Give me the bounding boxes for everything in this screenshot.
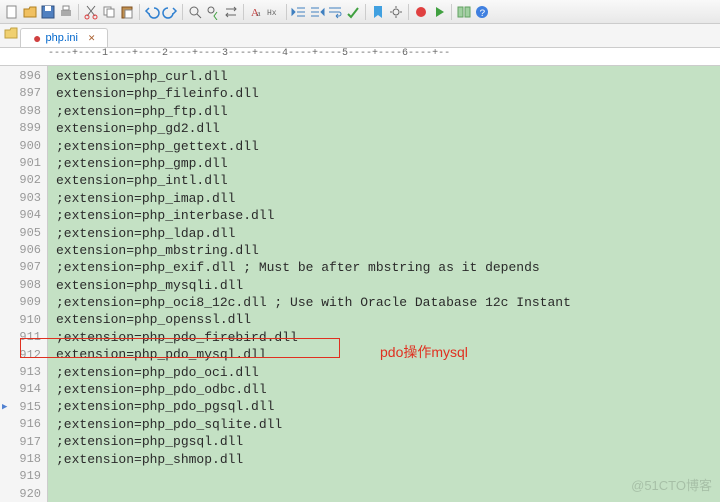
ruler-text: ----+----1----+----2----+----3----+----4…	[48, 48, 450, 59]
code-line[interactable]: ;extension=php_pgsql.dll	[56, 433, 720, 450]
indent-right-icon[interactable]	[309, 4, 325, 20]
code-line[interactable]: ;extension=php_gmp.dll	[56, 155, 720, 172]
editor-area: 8968978988999009019029039049059069079089…	[0, 66, 720, 502]
copy-icon[interactable]	[101, 4, 117, 20]
line-number: 899	[0, 120, 41, 137]
code-line[interactable]: extension=php_gd2.dll	[56, 120, 720, 137]
find-icon[interactable]	[187, 4, 203, 20]
separator	[139, 4, 140, 20]
code-content[interactable]: extension=php_curl.dllextension=php_file…	[48, 66, 720, 502]
bookmark-icon[interactable]	[370, 4, 386, 20]
line-number: 913	[0, 364, 41, 381]
line-number: 906	[0, 242, 41, 259]
breakpoint-arrow-icon: ▶	[2, 399, 7, 416]
separator	[365, 4, 366, 20]
line-number: 910	[0, 312, 41, 329]
macro-play-icon[interactable]	[431, 4, 447, 20]
code-line[interactable]	[56, 485, 720, 502]
code-line[interactable]: ;extension=php_ldap.dll	[56, 225, 720, 242]
line-number: 911	[0, 329, 41, 346]
line-number: 908	[0, 277, 41, 294]
separator	[408, 4, 409, 20]
line-number: 918	[0, 451, 41, 468]
code-line[interactable]: ;extension=php_pdo_oci.dll	[56, 364, 720, 381]
redo-icon[interactable]	[162, 4, 178, 20]
code-line[interactable]: extension=php_pdo_mysql.dll	[56, 346, 720, 363]
code-line[interactable]: extension=php_mbstring.dll	[56, 242, 720, 259]
file-tab[interactable]: ● php.ini ✕	[20, 28, 108, 47]
tab-bar: ● php.ini ✕	[0, 24, 720, 48]
line-number: 917	[0, 434, 41, 451]
separator	[286, 4, 287, 20]
code-line[interactable]: extension=php_mysqli.dll	[56, 277, 720, 294]
code-line[interactable]: ;extension=php_oci8_12c.dll ; Use with O…	[56, 294, 720, 311]
format-a-icon[interactable]: Aa	[248, 4, 264, 20]
main-toolbar: Aa Hx ?	[0, 0, 720, 24]
line-number: 919	[0, 468, 41, 485]
open-icon[interactable]	[22, 4, 38, 20]
new-file-icon[interactable]	[4, 4, 20, 20]
wrap-icon[interactable]	[327, 4, 343, 20]
code-line[interactable]: ;extension=php_ftp.dll	[56, 103, 720, 120]
separator	[78, 4, 79, 20]
undo-icon[interactable]	[144, 4, 160, 20]
code-line[interactable]: extension=php_curl.dll	[56, 68, 720, 85]
print-icon[interactable]	[58, 4, 74, 20]
save-icon[interactable]	[40, 4, 56, 20]
line-number: 900	[0, 138, 41, 155]
paste-icon[interactable]	[119, 4, 135, 20]
line-number: 898	[0, 103, 41, 120]
code-line[interactable]: extension=php_fileinfo.dll	[56, 85, 720, 102]
line-number: 912	[0, 347, 41, 364]
line-number: 907	[0, 259, 41, 276]
line-number: 920	[0, 486, 41, 502]
line-number: 905	[0, 225, 41, 242]
indent-left-icon[interactable]	[291, 4, 307, 20]
code-line[interactable]: ;extension=php_exif.dll ; Must be after …	[56, 259, 720, 276]
code-line[interactable]: extension=php_intl.dll	[56, 172, 720, 189]
svg-text:Hx: Hx	[267, 9, 277, 18]
code-line[interactable]: extension=php_openssl.dll	[56, 311, 720, 328]
separator	[182, 4, 183, 20]
code-line[interactable]: ;extension=php_pdo_odbc.dll	[56, 381, 720, 398]
separator	[243, 4, 244, 20]
compare-icon[interactable]	[456, 4, 472, 20]
separator	[451, 4, 452, 20]
modified-indicator-icon: ●	[33, 34, 41, 42]
line-number: 904	[0, 207, 41, 224]
line-number: 914	[0, 381, 41, 398]
config-icon[interactable]	[388, 4, 404, 20]
code-line[interactable]: ;extension=php_pdo_firebird.dll	[56, 329, 720, 346]
line-number: 902	[0, 172, 41, 189]
line-number: 897	[0, 85, 41, 102]
line-number: 909	[0, 294, 41, 311]
tab-filename: php.ini	[45, 32, 77, 44]
hex-icon[interactable]: Hx	[266, 4, 282, 20]
line-number: 916	[0, 416, 41, 433]
code-line[interactable]: ;extension=php_imap.dll	[56, 190, 720, 207]
find-next-icon[interactable]	[205, 4, 221, 20]
line-number: 915▶	[0, 399, 41, 416]
cut-icon[interactable]	[83, 4, 99, 20]
column-ruler: ----+----1----+----2----+----3----+----4…	[0, 48, 720, 66]
line-number: 903	[0, 190, 41, 207]
replace-icon[interactable]	[223, 4, 239, 20]
code-line[interactable]: ;extension=php_shmop.dll	[56, 451, 720, 468]
line-number: 901	[0, 155, 41, 172]
close-tab-icon[interactable]: ✕	[88, 33, 96, 44]
svg-text:a: a	[257, 9, 261, 18]
code-line[interactable]: ;extension=php_gettext.dll	[56, 138, 720, 155]
code-line[interactable]: ;extension=php_pdo_pgsql.dll	[56, 398, 720, 415]
macro-rec-icon[interactable]	[413, 4, 429, 20]
help-icon[interactable]: ?	[474, 4, 490, 20]
folder-icon[interactable]	[4, 27, 18, 39]
code-line[interactable]: ;extension=php_pdo_sqlite.dll	[56, 416, 720, 433]
spellcheck-icon[interactable]	[345, 4, 361, 20]
line-number: 896	[0, 68, 41, 85]
line-number-gutter: 8968978988999009019029039049059069079089…	[0, 66, 48, 502]
code-line[interactable]	[56, 468, 720, 485]
code-line[interactable]: ;extension=php_interbase.dll	[56, 207, 720, 224]
svg-text:?: ?	[480, 9, 486, 20]
